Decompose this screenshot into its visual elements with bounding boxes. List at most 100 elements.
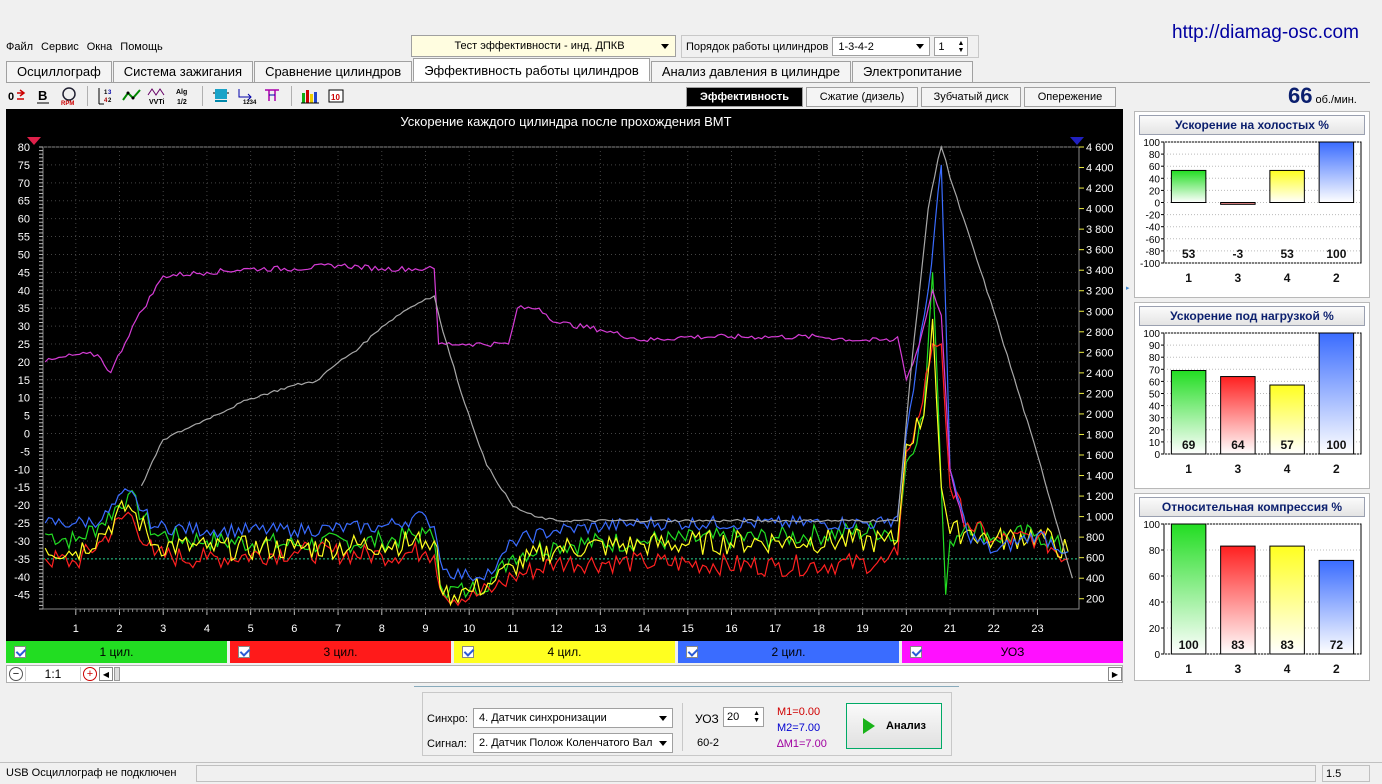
zoom-out-icon[interactable]: − [9, 667, 23, 681]
panel-title: Ускорение на холостых % [1139, 115, 1365, 135]
line-style-icon[interactable] [121, 85, 143, 107]
cylinder-spin-value: 1 [938, 40, 945, 53]
bar-tick-label: 20 [1149, 186, 1161, 197]
svg-text:1/2: 1/2 [177, 99, 187, 106]
cursor-icon[interactable] [262, 85, 284, 107]
left-tick-label: 45 [18, 267, 30, 279]
oscillogram-svg[interactable]: Ускорение каждого цилиндра после прохожд… [6, 109, 1123, 641]
mode-tab-efficiency[interactable]: Эффективность [686, 87, 803, 107]
tab-cylinder-efficiency[interactable]: Эффективность работы цилиндров [413, 58, 650, 81]
spin-arrows-icon[interactable]: ▲ ▼ [753, 710, 760, 724]
left-tick-label: -10 [14, 464, 30, 476]
right-marker-icon[interactable] [1070, 137, 1084, 145]
scroll-left-icon[interactable]: ◀ [99, 667, 113, 681]
numbering-icon[interactable]: 1234 [236, 85, 258, 107]
sync-select[interactable]: 4. Датчик синхронизации [473, 708, 673, 728]
sensor-icon[interactable] [210, 85, 232, 107]
chevron-down-icon [661, 43, 669, 49]
svg-text:B: B [38, 88, 47, 103]
x-tick-label: 15 [682, 623, 694, 635]
bar-tick-label: 30 [1149, 414, 1161, 425]
bottom-splitter[interactable] [414, 686, 959, 690]
splitter-arrow-icon[interactable]: ▸ [1126, 284, 1132, 292]
left-tick-label: -25 [14, 518, 30, 530]
checkbox-icon[interactable] [910, 646, 922, 658]
svg-text:1234: 1234 [243, 100, 257, 105]
chart-scrollbar[interactable]: − 1:1 + ◀ ▶ [6, 665, 1123, 683]
tab-pressure-analysis[interactable]: Анализ давления в цилиндре [650, 61, 851, 82]
tab-power-supply[interactable]: Электропитание [851, 61, 973, 82]
checkbox-icon[interactable] [462, 646, 474, 658]
bar-tick-label: 100 [1143, 138, 1160, 149]
table-icon[interactable]: 10 [325, 85, 347, 107]
mode-tab-toothed-disc[interactable]: Зубчатый диск [921, 87, 1021, 107]
bold-icon[interactable]: B [32, 85, 54, 107]
legend-cyl-3[interactable]: 3 цил. [230, 641, 451, 663]
cylinder-order-value: 1-3-4-2 [838, 40, 874, 53]
svg-text:Alg: Alg [176, 89, 187, 96]
teeth-config: 60-2 [697, 737, 720, 749]
mode-tabs: Эффективность Сжатие (дизель) Зубчатый д… [686, 87, 1116, 107]
site-url[interactable]: http://diamag-osc.com [1172, 22, 1359, 44]
legend-cyl-1[interactable]: 1 цил. [6, 641, 227, 663]
left-tick-label: 35 [18, 303, 30, 315]
zoom-in-icon[interactable]: + [83, 667, 97, 681]
right-tick-label: 1 800 [1086, 429, 1114, 441]
left-tick-label: -15 [14, 482, 30, 494]
analyze-button[interactable]: Анализ [846, 703, 942, 749]
mode-tab-compression-diesel[interactable]: Сжатие (дизель) [806, 87, 918, 107]
sync-label: Синхро: [427, 713, 468, 725]
right-tick-label: 4 600 [1086, 142, 1114, 154]
tab-divider [6, 82, 1370, 83]
left-tick-label: -5 [20, 446, 30, 458]
right-tick-label: 2 800 [1086, 327, 1114, 339]
cylinder-order-select[interactable]: 1-3-4-2 [832, 37, 931, 56]
tab-cylinder-compare[interactable]: Сравнение цилиндров [254, 61, 413, 82]
menu-file[interactable]: Файл [6, 41, 33, 53]
signal-value: 2. Датчик Полож Коленчатого Вал [479, 737, 653, 749]
checkbox-icon[interactable] [238, 646, 250, 658]
bar-tick-label: 70 [1149, 365, 1161, 376]
right-tick-label: 400 [1086, 573, 1104, 585]
svg-text:RPM: RPM [61, 101, 74, 106]
bar-category-label: 1 [1185, 462, 1192, 476]
x-tick-label: 17 [769, 623, 781, 635]
tab-oscilloscope[interactable]: Осциллограф [6, 61, 112, 82]
right-tick-label: 2 200 [1086, 388, 1114, 400]
mode-tab-advance[interactable]: Опережение [1024, 87, 1116, 107]
panel-title: Ускорение под нагрузкой % [1139, 306, 1365, 326]
svg-text:VVTi: VVTi [149, 99, 164, 105]
toolbar: 0 B RPM 1342 VVTi Alg 1/2 1234 10 [6, 84, 347, 108]
legend-uoz[interactable]: УОЗ [902, 641, 1123, 663]
left-tick-label: 20 [18, 357, 30, 369]
menu-help[interactable]: Помощь [120, 41, 163, 53]
menu-service[interactable]: Сервис [41, 41, 79, 53]
scroll-right-icon[interactable]: ▶ [1108, 667, 1122, 681]
bar-value-label: 72 [1330, 638, 1344, 652]
checkbox-icon[interactable] [14, 646, 26, 658]
oscillogram-chart[interactable]: Ускорение каждого цилиндра после прохожд… [6, 109, 1123, 641]
bar-tick-label: 20 [1149, 426, 1161, 437]
checkbox-icon[interactable] [686, 646, 698, 658]
cylinder-order-icon[interactable]: 1342 [95, 85, 117, 107]
vvti-icon[interactable]: VVTi [147, 85, 169, 107]
marker-toggle-icon[interactable]: 0 [6, 85, 28, 107]
spin-arrows-icon[interactable]: ▲ ▼ [957, 40, 964, 54]
cylinder-spin[interactable]: 1 ▲ ▼ [934, 37, 969, 56]
menu-windows[interactable]: Окна [87, 41, 113, 53]
legend-cyl-2[interactable]: 2 цил. [678, 641, 899, 663]
signal-select[interactable]: 2. Датчик Полож Коленчатого Вал [473, 733, 673, 753]
tab-ignition[interactable]: Система зажигания [112, 61, 254, 82]
bar-1 [1170, 523, 1207, 655]
legend-cyl-4[interactable]: 4 цил. [454, 641, 675, 663]
right-tick-label: 2 400 [1086, 368, 1114, 380]
bar-chart-icon[interactable] [299, 85, 321, 107]
toolbar-separator [87, 86, 88, 106]
algorithm-icon[interactable]: Alg 1/2 [173, 85, 195, 107]
x-tick-label: 6 [291, 623, 297, 635]
uoz-spin[interactable]: 20 ▲ ▼ [723, 707, 764, 727]
rpm-icon[interactable]: RPM [58, 85, 80, 107]
test-select[interactable]: Тест эффективности - инд. ДПКВ [411, 35, 676, 57]
x-tick-label: 12 [551, 623, 563, 635]
scroll-thumb[interactable] [114, 667, 120, 681]
